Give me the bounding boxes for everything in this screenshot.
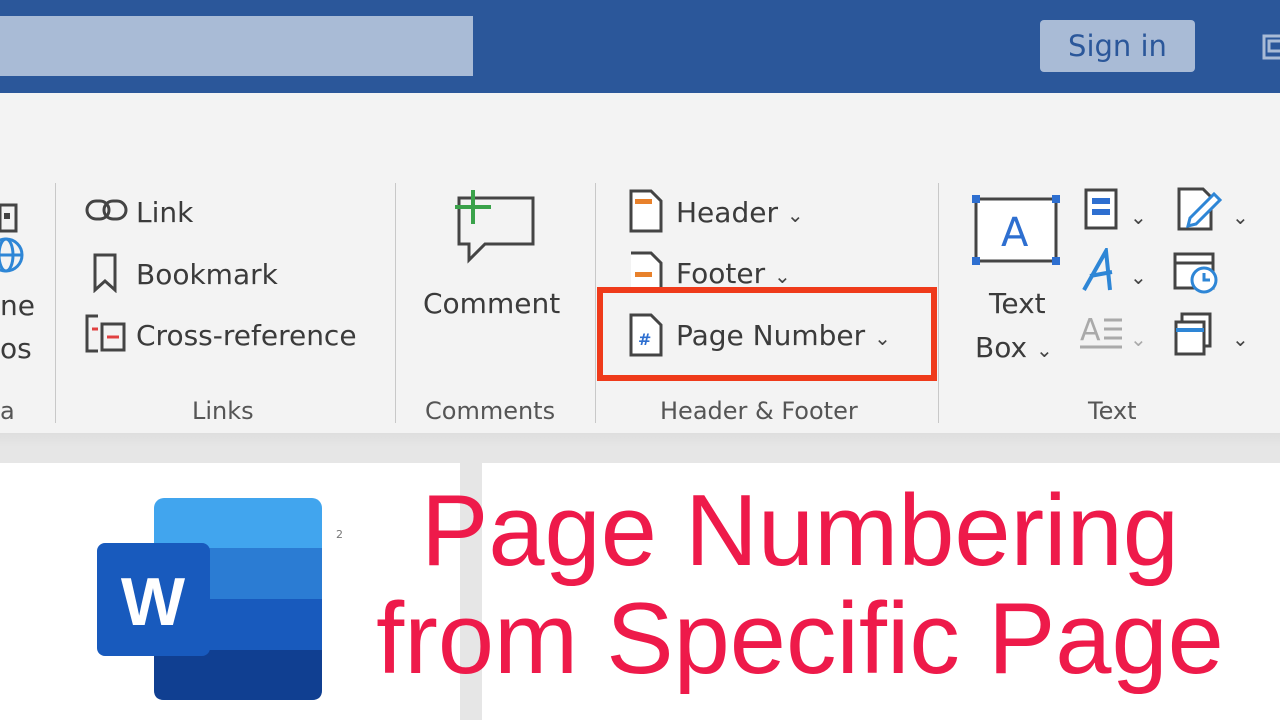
headline-line-2: from Specific Page <box>376 583 1224 695</box>
header-footer-group-label: Header & Footer <box>660 397 858 425</box>
group-separator <box>395 183 396 423</box>
partial-label-1: ne <box>0 289 35 322</box>
comment-icon <box>455 190 535 264</box>
globe-icon[interactable] <box>0 235 24 275</box>
cross-reference-icon <box>85 314 126 353</box>
restore-window-icon[interactable] <box>1262 34 1280 60</box>
partial-label-2: os <box>0 332 32 365</box>
text-box-label-line1: Text <box>989 287 1046 320</box>
partial-group-label: a <box>0 397 15 425</box>
svg-text:A: A <box>1080 313 1101 348</box>
partial-table-icon <box>0 203 18 233</box>
drop-cap-icon: A <box>1080 313 1122 349</box>
svg-text:A: A <box>1001 210 1029 256</box>
group-separator <box>595 183 596 423</box>
page-number-highlight <box>597 287 937 381</box>
link-label: Link <box>136 196 194 229</box>
chevron-down-icon: ⌄ <box>1232 327 1249 351</box>
bookmark-icon <box>93 253 117 293</box>
chevron-down-icon: ⌄ <box>1130 327 1147 351</box>
chevron-down-icon: ⌄ <box>1035 338 1053 362</box>
bookmark-label: Bookmark <box>136 258 278 291</box>
headline-line-1: Page Numbering <box>421 475 1179 587</box>
link-icon <box>85 199 128 221</box>
wordart-icon <box>1082 248 1113 291</box>
text-box-label-line2: Box ⌄ <box>975 331 1053 364</box>
chevron-down-icon: ⌄ <box>1130 265 1147 289</box>
search-box[interactable] <box>0 16 473 76</box>
header-label: Header ⌄ <box>676 196 804 229</box>
chevron-down-icon: ⌄ <box>1232 205 1249 229</box>
ribbon-shadow <box>0 433 1280 447</box>
signature-line-icon <box>1177 187 1223 231</box>
links-group-label: Links <box>192 397 254 425</box>
word-logo-icon: W <box>97 498 322 700</box>
svg-text:W: W <box>121 564 186 640</box>
chevron-down-icon: ⌄ <box>774 264 791 288</box>
text-box-icon: A <box>972 195 1060 265</box>
chevron-down-icon: ⌄ <box>786 203 804 227</box>
title-bar: Sign in <box>0 0 1280 93</box>
comments-group-label: Comments <box>425 397 556 425</box>
footer-icon <box>631 251 663 290</box>
sign-in-button[interactable]: Sign in <box>1040 20 1195 72</box>
group-separator <box>55 183 56 423</box>
cross-reference-label: Cross-reference <box>136 319 357 352</box>
group-separator <box>938 183 939 423</box>
chevron-down-icon: ⌄ <box>1130 205 1147 229</box>
quick-parts-icon <box>1084 188 1118 230</box>
comment-label: Comment <box>423 287 561 320</box>
object-icon <box>1174 312 1212 356</box>
date-time-icon <box>1173 252 1218 294</box>
text-group-label: Text <box>1088 397 1137 425</box>
header-icon <box>629 189 663 233</box>
